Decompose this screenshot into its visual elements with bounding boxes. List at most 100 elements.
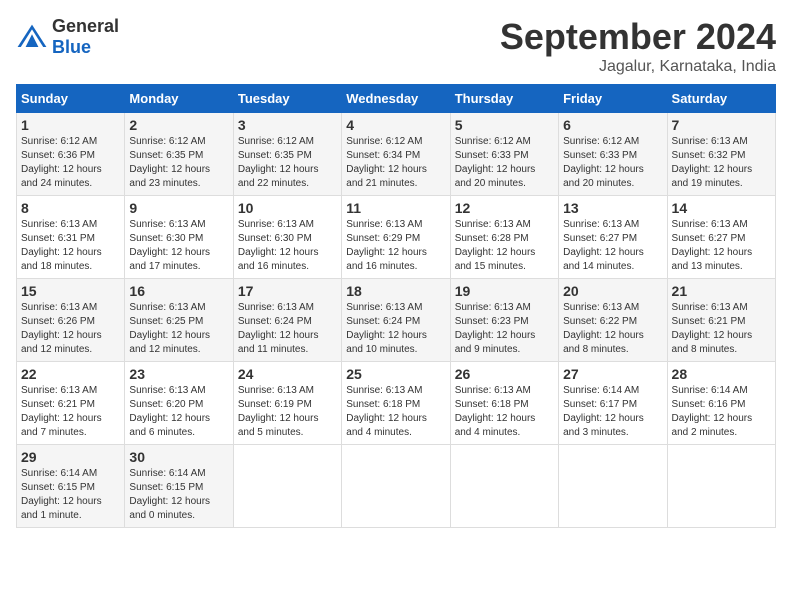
day-cell-2: 2 Sunrise: 6:12 AMSunset: 6:35 PMDaylight…	[125, 113, 233, 196]
empty-cell	[342, 445, 450, 528]
logo: General Blue	[16, 16, 119, 58]
week-row-5: 29 Sunrise: 6:14 AMSunset: 6:15 PMDayligh…	[17, 445, 776, 528]
day-number: 19	[455, 283, 554, 299]
day-number: 17	[238, 283, 337, 299]
day-info: Sunrise: 6:13 AMSunset: 6:27 PMDaylight:…	[672, 218, 771, 274]
day-number: 3	[238, 117, 337, 133]
day-number: 16	[129, 283, 228, 299]
day-cell-1: 1Sunrise: 6:12 AMSunset: 6:36 PMDaylight…	[17, 113, 125, 196]
day-number: 9	[129, 200, 228, 216]
weekday-header-wednesday: Wednesday	[342, 85, 450, 113]
day-cell-28: 28 Sunrise: 6:14 AMSunset: 6:16 PMDayligh…	[667, 362, 775, 445]
empty-cell	[450, 445, 558, 528]
day-info: Sunrise: 6:13 AMSunset: 6:28 PMDaylight:…	[455, 218, 554, 274]
day-info: Sunrise: 6:13 AMSunset: 6:29 PMDaylight:…	[346, 218, 445, 274]
day-cell-18: 18 Sunrise: 6:13 AMSunset: 6:24 PMDayligh…	[342, 279, 450, 362]
day-number: 25	[346, 366, 445, 382]
week-row-2: 8Sunrise: 6:13 AMSunset: 6:31 PMDaylight…	[17, 196, 776, 279]
day-number: 22	[21, 366, 120, 382]
weekday-header-sunday: Sunday	[17, 85, 125, 113]
day-info: Sunrise: 6:13 AMSunset: 6:32 PMDaylight:…	[672, 135, 771, 191]
day-info: Sunrise: 6:13 AMSunset: 6:30 PMDaylight:…	[238, 218, 337, 274]
empty-cell	[667, 445, 775, 528]
day-cell-27: 27 Sunrise: 6:14 AMSunset: 6:17 PMDayligh…	[559, 362, 667, 445]
day-info: Sunrise: 6:13 AMSunset: 6:20 PMDaylight:…	[129, 384, 228, 440]
day-cell-26: 26 Sunrise: 6:13 AMSunset: 6:18 PMDayligh…	[450, 362, 558, 445]
day-info: Sunrise: 6:13 AMSunset: 6:24 PMDaylight:…	[346, 301, 445, 357]
empty-cell	[233, 445, 341, 528]
day-cell-17: 17 Sunrise: 6:13 AMSunset: 6:24 PMDayligh…	[233, 279, 341, 362]
day-info: Sunrise: 6:13 AMSunset: 6:31 PMDaylight:…	[21, 218, 120, 274]
day-cell-22: 22 Sunrise: 6:13 AMSunset: 6:21 PMDayligh…	[17, 362, 125, 445]
month-title: September 2024	[500, 16, 776, 58]
day-number: 2	[129, 117, 228, 133]
day-number: 15	[21, 283, 120, 299]
weekday-header-thursday: Thursday	[450, 85, 558, 113]
day-number: 24	[238, 366, 337, 382]
weekday-header-row: SundayMondayTuesdayWednesdayThursdayFrid…	[17, 85, 776, 113]
weekday-header-monday: Monday	[125, 85, 233, 113]
logo-general: General	[52, 16, 119, 36]
calendar-table: SundayMondayTuesdayWednesdayThursdayFrid…	[16, 84, 776, 528]
day-info: Sunrise: 6:13 AMSunset: 6:19 PMDaylight:…	[238, 384, 337, 440]
day-number: 18	[346, 283, 445, 299]
day-info: Sunrise: 6:12 AMSunset: 6:34 PMDaylight:…	[346, 135, 445, 191]
day-cell-3: 3 Sunrise: 6:12 AMSunset: 6:35 PMDaylight…	[233, 113, 341, 196]
day-number: 1	[21, 117, 120, 133]
day-number: 21	[672, 283, 771, 299]
day-number: 7	[672, 117, 771, 133]
day-cell-19: 19 Sunrise: 6:13 AMSunset: 6:23 PMDayligh…	[450, 279, 558, 362]
day-info: Sunrise: 6:13 AMSunset: 6:30 PMDaylight:…	[129, 218, 228, 274]
day-info: Sunrise: 6:13 AMSunset: 6:25 PMDaylight:…	[129, 301, 228, 357]
day-number: 28	[672, 366, 771, 382]
day-cell-9: 9 Sunrise: 6:13 AMSunset: 6:30 PMDaylight…	[125, 196, 233, 279]
day-number: 20	[563, 283, 662, 299]
day-number: 26	[455, 366, 554, 382]
day-cell-21: 21 Sunrise: 6:13 AMSunset: 6:21 PMDayligh…	[667, 279, 775, 362]
day-number: 12	[455, 200, 554, 216]
day-cell-10: 10Sunrise: 6:13 AMSunset: 6:30 PMDayligh…	[233, 196, 341, 279]
day-info: Sunrise: 6:13 AMSunset: 6:18 PMDaylight:…	[346, 384, 445, 440]
day-info: Sunrise: 6:13 AMSunset: 6:18 PMDaylight:…	[455, 384, 554, 440]
day-info: Sunrise: 6:14 AMSunset: 6:15 PMDaylight:…	[21, 467, 120, 523]
day-cell-7: 7 Sunrise: 6:13 AMSunset: 6:32 PMDaylight…	[667, 113, 775, 196]
day-cell-20: 20 Sunrise: 6:13 AMSunset: 6:22 PMDayligh…	[559, 279, 667, 362]
day-info: Sunrise: 6:13 AMSunset: 6:23 PMDaylight:…	[455, 301, 554, 357]
day-info: Sunrise: 6:13 AMSunset: 6:21 PMDaylight:…	[21, 384, 120, 440]
day-info: Sunrise: 6:12 AMSunset: 6:35 PMDaylight:…	[129, 135, 228, 191]
day-info: Sunrise: 6:14 AMSunset: 6:15 PMDaylight:…	[129, 467, 228, 523]
day-info: Sunrise: 6:14 AMSunset: 6:16 PMDaylight:…	[672, 384, 771, 440]
page-header: General Blue September 2024 Jagalur, Kar…	[16, 16, 776, 76]
day-info: Sunrise: 6:12 AMSunset: 6:33 PMDaylight:…	[455, 135, 554, 191]
day-cell-29: 29 Sunrise: 6:14 AMSunset: 6:15 PMDayligh…	[17, 445, 125, 528]
day-number: 13	[563, 200, 662, 216]
day-info: Sunrise: 6:12 AMSunset: 6:33 PMDaylight:…	[563, 135, 662, 191]
weekday-header-tuesday: Tuesday	[233, 85, 341, 113]
day-info: Sunrise: 6:14 AMSunset: 6:17 PMDaylight:…	[563, 384, 662, 440]
day-number: 5	[455, 117, 554, 133]
week-row-1: 1Sunrise: 6:12 AMSunset: 6:36 PMDaylight…	[17, 113, 776, 196]
weekday-header-friday: Friday	[559, 85, 667, 113]
day-cell-23: 23Sunrise: 6:13 AMSunset: 6:20 PMDayligh…	[125, 362, 233, 445]
day-number: 30	[129, 449, 228, 465]
day-info: Sunrise: 6:12 AMSunset: 6:35 PMDaylight:…	[238, 135, 337, 191]
day-info: Sunrise: 6:13 AMSunset: 6:24 PMDaylight:…	[238, 301, 337, 357]
day-info: Sunrise: 6:13 AMSunset: 6:22 PMDaylight:…	[563, 301, 662, 357]
title-block: September 2024 Jagalur, Karnataka, India	[500, 16, 776, 76]
empty-cell	[559, 445, 667, 528]
day-cell-13: 13Sunrise: 6:13 AMSunset: 6:27 PMDayligh…	[559, 196, 667, 279]
day-cell-11: 11Sunrise: 6:13 AMSunset: 6:29 PMDayligh…	[342, 196, 450, 279]
day-cell-24: 24 Sunrise: 6:13 AMSunset: 6:19 PMDayligh…	[233, 362, 341, 445]
week-row-3: 15 Sunrise: 6:13 AMSunset: 6:26 PMDayligh…	[17, 279, 776, 362]
weekday-header-saturday: Saturday	[667, 85, 775, 113]
day-cell-15: 15 Sunrise: 6:13 AMSunset: 6:26 PMDayligh…	[17, 279, 125, 362]
day-number: 6	[563, 117, 662, 133]
day-number: 29	[21, 449, 120, 465]
day-cell-5: 5 Sunrise: 6:12 AMSunset: 6:33 PMDaylight…	[450, 113, 558, 196]
day-cell-12: 12 Sunrise: 6:13 AMSunset: 6:28 PMDayligh…	[450, 196, 558, 279]
logo-icon	[16, 23, 48, 51]
day-info: Sunrise: 6:13 AMSunset: 6:26 PMDaylight:…	[21, 301, 120, 357]
day-info: Sunrise: 6:13 AMSunset: 6:21 PMDaylight:…	[672, 301, 771, 357]
day-number: 4	[346, 117, 445, 133]
day-number: 27	[563, 366, 662, 382]
